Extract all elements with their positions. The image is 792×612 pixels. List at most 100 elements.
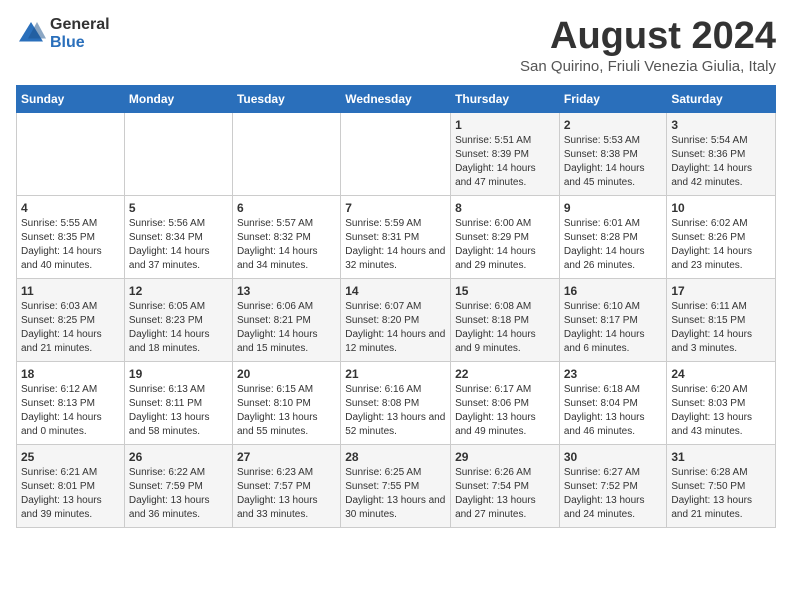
day-number: 9 — [564, 201, 663, 215]
calendar-cell: 13Sunrise: 6:06 AM Sunset: 8:21 PM Dayli… — [232, 278, 340, 361]
calendar-cell: 19 Sunrise: 6:13 AM Sunset: 8:11 PM Dayli… — [124, 361, 232, 444]
calendar-cell: 3 Sunrise: 5:54 AM Sunset: 8:36 PM Daylig… — [667, 112, 776, 195]
day-number: 19 — [129, 367, 228, 381]
calendar-cell: 30 Sunrise: 6:27 AM Sunset: 7:52 PM Dayli… — [559, 444, 667, 527]
calendar-week-1: 1 Sunrise: 5:51 AM Sunset: 8:39 PM Daylig… — [17, 112, 776, 195]
day-info: Sunrise: 6:10 AM Sunset: 8:17 PM Dayligh… — [564, 300, 663, 356]
day-number: 16 — [564, 284, 663, 298]
logo: General Blue — [16, 16, 110, 51]
day-info: Sunrise: 6:28 AM Sunset: 7:50 PM Dayligh… — [671, 466, 771, 522]
day-number: 25 — [21, 450, 120, 464]
calendar-week-5: 25 Sunrise: 6:21 AM Sunset: 8:01 PM Dayli… — [17, 444, 776, 527]
calendar-cell: 23 Sunrise: 6:18 AM Sunset: 8:04 PM Dayli… — [559, 361, 667, 444]
day-number: 22 — [455, 367, 555, 381]
calendar-cell: 20 Sunrise: 6:15 AM Sunset: 8:10 PM Dayli… — [232, 361, 340, 444]
header-wednesday: Wednesday — [341, 85, 451, 112]
day-number: 3 — [671, 118, 771, 132]
calendar-cell: 16 Sunrise: 6:10 AM Sunset: 8:17 PM Dayli… — [559, 278, 667, 361]
day-info: Sunrise: 6:16 AM Sunset: 8:08 PM Dayligh… — [345, 383, 446, 439]
calendar-cell: 17Sunrise: 6:11 AM Sunset: 8:15 PM Dayli… — [667, 278, 776, 361]
logo-general: General — [50, 16, 110, 34]
calendar-cell: 2 Sunrise: 5:53 AM Sunset: 8:38 PM Daylig… — [559, 112, 667, 195]
day-number: 1 — [455, 118, 555, 132]
day-number: 14 — [345, 284, 446, 298]
calendar-cell: 11 Sunrise: 6:03 AM Sunset: 8:25 PM Dayli… — [17, 278, 125, 361]
day-info: Sunrise: 6:25 AM Sunset: 7:55 PM Dayligh… — [345, 466, 446, 522]
header-tuesday: Tuesday — [232, 85, 340, 112]
day-number: 27 — [237, 450, 336, 464]
calendar-cell: 6 Sunrise: 5:57 AM Sunset: 8:32 PM Daylig… — [232, 195, 340, 278]
calendar-cell: 7 Sunrise: 5:59 AM Sunset: 8:31 PM Daylig… — [341, 195, 451, 278]
day-number: 7 — [345, 201, 446, 215]
day-number: 18 — [21, 367, 120, 381]
calendar-cell: 4Sunrise: 5:55 AM Sunset: 8:35 PM Daylig… — [17, 195, 125, 278]
day-number: 6 — [237, 201, 336, 215]
header-thursday: Thursday — [451, 85, 560, 112]
day-info: Sunrise: 6:15 AM Sunset: 8:10 PM Dayligh… — [237, 383, 336, 439]
day-info: Sunrise: 5:59 AM Sunset: 8:31 PM Dayligh… — [345, 217, 446, 273]
calendar-week-4: 18Sunrise: 6:12 AM Sunset: 8:13 PM Dayli… — [17, 361, 776, 444]
day-number: 20 — [237, 367, 336, 381]
day-number: 28 — [345, 450, 446, 464]
calendar-cell — [232, 112, 340, 195]
day-number: 5 — [129, 201, 228, 215]
day-info: Sunrise: 6:05 AM Sunset: 8:23 PM Dayligh… — [129, 300, 228, 356]
day-info: Sunrise: 6:00 AM Sunset: 8:29 PM Dayligh… — [455, 217, 555, 273]
title-block: August 2024 San Quirino, Friuli Venezia … — [520, 16, 776, 75]
day-number: 12 — [129, 284, 228, 298]
calendar-body: 1 Sunrise: 5:51 AM Sunset: 8:39 PM Daylig… — [17, 112, 776, 527]
calendar-cell: 15 Sunrise: 6:08 AM Sunset: 8:18 PM Dayli… — [451, 278, 560, 361]
day-info: Sunrise: 5:53 AM Sunset: 8:38 PM Dayligh… — [564, 134, 663, 190]
day-number: 26 — [129, 450, 228, 464]
day-number: 23 — [564, 367, 663, 381]
day-number: 2 — [564, 118, 663, 132]
day-info: Sunrise: 6:03 AM Sunset: 8:25 PM Dayligh… — [21, 300, 120, 356]
calendar-cell: 24 Sunrise: 6:20 AM Sunset: 8:03 PM Dayli… — [667, 361, 776, 444]
calendar-table: Sunday Monday Tuesday Wednesday Thursday… — [16, 85, 776, 528]
header-monday: Monday — [124, 85, 232, 112]
day-info: Sunrise: 6:18 AM Sunset: 8:04 PM Dayligh… — [564, 383, 663, 439]
calendar-week-3: 11 Sunrise: 6:03 AM Sunset: 8:25 PM Dayli… — [17, 278, 776, 361]
calendar-cell: 27 Sunrise: 6:23 AM Sunset: 7:57 PM Dayli… — [232, 444, 340, 527]
day-info: Sunrise: 6:01 AM Sunset: 8:28 PM Dayligh… — [564, 217, 663, 273]
day-number: 11 — [21, 284, 120, 298]
day-info: Sunrise: 5:57 AM Sunset: 8:32 PM Dayligh… — [237, 217, 336, 273]
calendar-cell: 1 Sunrise: 5:51 AM Sunset: 8:39 PM Daylig… — [451, 112, 560, 195]
day-info: Sunrise: 6:07 AM Sunset: 8:20 PM Dayligh… — [345, 300, 446, 356]
day-number: 8 — [455, 201, 555, 215]
day-info: Sunrise: 6:20 AM Sunset: 8:03 PM Dayligh… — [671, 383, 771, 439]
calendar-cell: 25 Sunrise: 6:21 AM Sunset: 8:01 PM Dayli… — [17, 444, 125, 527]
header-saturday: Saturday — [667, 85, 776, 112]
header-sunday: Sunday — [17, 85, 125, 112]
day-info: Sunrise: 5:51 AM Sunset: 8:39 PM Dayligh… — [455, 134, 555, 190]
calendar-cell: 9 Sunrise: 6:01 AM Sunset: 8:28 PM Daylig… — [559, 195, 667, 278]
day-info: Sunrise: 6:13 AM Sunset: 8:11 PM Dayligh… — [129, 383, 228, 439]
day-info: Sunrise: 6:22 AM Sunset: 7:59 PM Dayligh… — [129, 466, 228, 522]
day-info: Sunrise: 6:02 AM Sunset: 8:26 PM Dayligh… — [671, 217, 771, 273]
calendar-header: Sunday Monday Tuesday Wednesday Thursday… — [17, 85, 776, 112]
logo-blue: Blue — [50, 34, 110, 52]
day-number: 10 — [671, 201, 771, 215]
page-header: General Blue August 2024 San Quirino, Fr… — [16, 16, 776, 75]
month-title: August 2024 — [520, 16, 776, 58]
day-info: Sunrise: 5:56 AM Sunset: 8:34 PM Dayligh… — [129, 217, 228, 273]
day-info: Sunrise: 6:23 AM Sunset: 7:57 PM Dayligh… — [237, 466, 336, 522]
day-info: Sunrise: 6:11 AM Sunset: 8:15 PM Dayligh… — [671, 300, 771, 356]
day-number: 15 — [455, 284, 555, 298]
day-number: 31 — [671, 450, 771, 464]
day-info: Sunrise: 6:26 AM Sunset: 7:54 PM Dayligh… — [455, 466, 555, 522]
day-number: 21 — [345, 367, 446, 381]
calendar-cell: 12 Sunrise: 6:05 AM Sunset: 8:23 PM Dayli… — [124, 278, 232, 361]
logo-text: General Blue — [50, 16, 110, 51]
location-title: San Quirino, Friuli Venezia Giulia, Ital… — [520, 58, 776, 75]
header-friday: Friday — [559, 85, 667, 112]
day-info: Sunrise: 5:54 AM Sunset: 8:36 PM Dayligh… — [671, 134, 771, 190]
day-info: Sunrise: 6:21 AM Sunset: 8:01 PM Dayligh… — [21, 466, 120, 522]
calendar-cell: 18Sunrise: 6:12 AM Sunset: 8:13 PM Dayli… — [17, 361, 125, 444]
calendar-cell: 31 Sunrise: 6:28 AM Sunset: 7:50 PM Dayli… — [667, 444, 776, 527]
day-number: 24 — [671, 367, 771, 381]
day-info: Sunrise: 6:08 AM Sunset: 8:18 PM Dayligh… — [455, 300, 555, 356]
day-info: Sunrise: 5:55 AM Sunset: 8:35 PM Dayligh… — [21, 217, 120, 273]
day-number: 30 — [564, 450, 663, 464]
day-info: Sunrise: 6:27 AM Sunset: 7:52 PM Dayligh… — [564, 466, 663, 522]
